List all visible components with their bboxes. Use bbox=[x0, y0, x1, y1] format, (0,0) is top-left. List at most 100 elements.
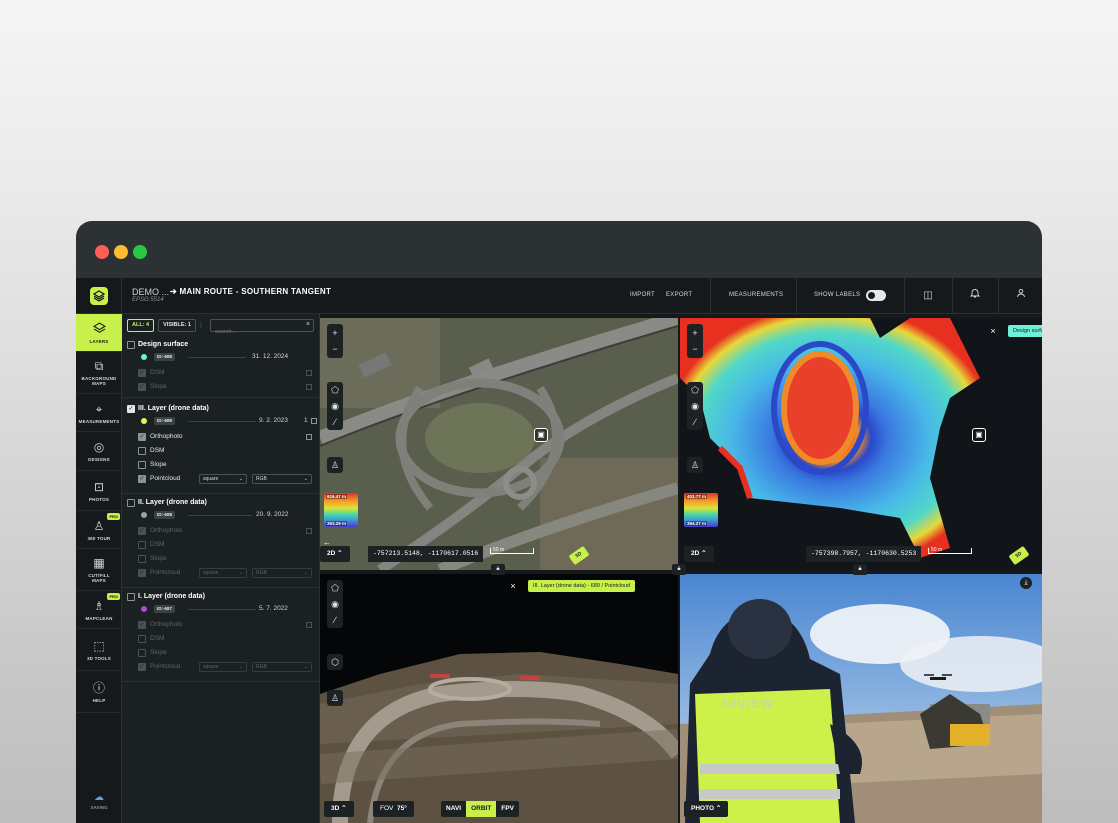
layer-group-checkbox[interactable] bbox=[127, 499, 135, 507]
import-button[interactable]: IMPORT bbox=[630, 292, 655, 298]
clear-search-icon[interactable]: × bbox=[306, 321, 310, 328]
sublayer-checkbox[interactable]: ✓ bbox=[138, 621, 146, 629]
layer-grid-icon[interactable] bbox=[311, 418, 317, 424]
line-tool-icon[interactable]: ∕ bbox=[687, 414, 703, 430]
layer-group-checkbox[interactable] bbox=[127, 593, 135, 601]
cube-tool-icon[interactable]: ⬡ bbox=[327, 654, 343, 670]
sublayer-checkbox[interactable]: ✓ bbox=[138, 569, 146, 577]
nav-3d-tools[interactable]: ⬚ 3D TOOLS bbox=[76, 629, 122, 671]
view-mode-photo-button[interactable]: PHOTO ⌃ bbox=[684, 801, 729, 817]
fpv-mode-button[interactable]: FPV bbox=[496, 801, 519, 817]
layer-search-input[interactable] bbox=[211, 326, 296, 338]
nav-layers[interactable]: LAYERS bbox=[76, 314, 122, 352]
user-icon[interactable] bbox=[1013, 288, 1029, 304]
view-mode-2d-button[interactable]: 2D ⌃ bbox=[684, 546, 714, 562]
zoom-out-button[interactable]: − bbox=[327, 341, 343, 357]
orbit-mode-button[interactable]: ORBIT bbox=[466, 801, 497, 817]
polygon-tool-icon[interactable]: ⬠ bbox=[687, 382, 703, 398]
project-selector[interactable]: DEMO ... EPSG:5514 bbox=[132, 287, 169, 303]
sublayer-checkbox[interactable]: ✓ bbox=[138, 369, 146, 377]
point-shape-select[interactable]: square ⌄ bbox=[199, 474, 247, 484]
nav-mapclean[interactable]: PRO ♗ MAPCLEAN bbox=[76, 591, 122, 629]
point-shape-select[interactable]: square ⌄ bbox=[199, 662, 247, 672]
nav-360-tour[interactable]: PRO ♙ 360 TOUR bbox=[76, 511, 122, 549]
nav-photos[interactable]: ⊡ PHOTOS bbox=[76, 471, 122, 511]
polygon-tool-icon[interactable]: ⬠ bbox=[327, 382, 343, 398]
minimize-window-button[interactable] bbox=[114, 245, 128, 259]
sublayer-settings-icon[interactable] bbox=[306, 528, 312, 534]
sublayer-label: Slope bbox=[150, 555, 167, 562]
layer-group-title[interactable]: II. Layer (drone data) bbox=[138, 499, 207, 506]
line-tool-icon[interactable]: ∕ bbox=[327, 414, 343, 430]
nav-measurements[interactable]: ⌖ MEASUREMENTS bbox=[76, 394, 122, 432]
sublayer-checkbox[interactable] bbox=[138, 461, 146, 469]
layer-group-title[interactable]: Design surface bbox=[138, 341, 188, 348]
layer-group-checkbox[interactable] bbox=[127, 341, 135, 349]
nav-cutfill-maps[interactable]: ▦ CUT/FILL MAPS bbox=[76, 549, 122, 591]
photo-marker-icon[interactable]: ▣ bbox=[972, 428, 986, 442]
polygon-tool-icon[interactable]: ⬠ bbox=[327, 580, 343, 596]
sublayer-settings-icon[interactable] bbox=[306, 370, 312, 376]
point-color-select[interactable]: RGB ⌄ bbox=[252, 662, 312, 672]
person-tool-icon[interactable]: ♙ bbox=[327, 457, 343, 473]
filter-visible-chip[interactable]: VISIBLE: 1 bbox=[158, 319, 196, 332]
sublayer-checkbox[interactable] bbox=[138, 649, 146, 657]
sublayer-checkbox[interactable] bbox=[138, 555, 146, 563]
lock-icon[interactable]: 🔒︎ bbox=[491, 564, 505, 575]
layer-group-checkbox[interactable]: ✓ bbox=[127, 405, 135, 413]
select-value: RGB bbox=[256, 570, 267, 576]
photo-marker-icon[interactable]: ▣ bbox=[534, 428, 548, 442]
sublayer-checkbox[interactable]: ✓ bbox=[138, 475, 146, 483]
viewport-design-surface[interactable]: + − ⬠ ◉ ∕ ♙ ▣ × Design surface - 688 (DS… bbox=[680, 318, 1042, 570]
sublayer-settings-icon[interactable] bbox=[306, 384, 312, 390]
person-tool-icon[interactable]: ♙ bbox=[327, 690, 343, 706]
sublayer-checkbox[interactable] bbox=[138, 635, 146, 643]
lock-icon[interactable]: 🔒︎ bbox=[672, 564, 686, 575]
close-window-button[interactable] bbox=[95, 245, 109, 259]
fov-control[interactable]: FOV 75° bbox=[373, 801, 414, 817]
maximize-window-button[interactable] bbox=[133, 245, 147, 259]
point-shape-select[interactable]: square ⌄ bbox=[199, 568, 247, 578]
sublayer-settings-icon[interactable] bbox=[306, 622, 312, 628]
layer-group-title[interactable]: I. Layer (drone data) bbox=[138, 593, 205, 600]
viewport-orthophoto-2d[interactable]: + − ⬠ ◉ ∕ ♙ ▣ 616.47 m 393.29 m 2D ⌃ -75… bbox=[320, 318, 678, 570]
filter-all-chip[interactable]: ALL: 4 bbox=[127, 319, 155, 332]
point-tool-icon[interactable]: ◉ bbox=[327, 398, 343, 414]
line-tool-icon[interactable]: ∕ bbox=[327, 612, 343, 628]
sublayer-checkbox[interactable]: ✓ bbox=[138, 663, 146, 671]
nav-background-maps[interactable]: ⧉ BACKGROUND MAPS bbox=[76, 352, 122, 394]
nav-help[interactable]: ⓘ HELP bbox=[76, 671, 122, 713]
export-button[interactable]: EXPORT bbox=[666, 292, 692, 298]
show-labels-toggle[interactable] bbox=[866, 290, 886, 301]
back-arrow-icon[interactable]: ← bbox=[320, 536, 334, 550]
viewport-photo[interactable]: NIVIEW ⤓ PHOTO ⌃ bbox=[680, 574, 1042, 823]
sublayer-settings-icon[interactable] bbox=[306, 434, 312, 440]
view-mode-3d-button[interactable]: 3D ⌃ bbox=[324, 801, 354, 817]
lock-icon[interactable]: 🔒︎ bbox=[853, 564, 867, 575]
sublayer-checkbox[interactable] bbox=[138, 447, 146, 455]
layer-group-title[interactable]: III. Layer (drone data) bbox=[138, 405, 209, 412]
app-logo[interactable] bbox=[76, 278, 122, 314]
download-icon[interactable]: ⤓ bbox=[1020, 577, 1032, 589]
measurements-button[interactable]: MEASUREMENTS bbox=[729, 292, 783, 298]
point-color-select[interactable]: RGB ⌄ bbox=[252, 568, 312, 578]
navi-mode-button[interactable]: NAVI bbox=[441, 801, 466, 817]
route-title[interactable]: ➔ MAIN ROUTE - SOUTHERN TANGENT bbox=[170, 287, 331, 296]
zoom-in-button[interactable]: + bbox=[687, 325, 703, 341]
close-layer-icon[interactable]: × bbox=[506, 579, 520, 593]
viewport-pointcloud-3d[interactable]: × III. Layer (drone data) - 689 / Pointc… bbox=[320, 574, 678, 823]
sublayer-checkbox[interactable]: ✓ bbox=[138, 527, 146, 535]
sublayer-checkbox[interactable] bbox=[138, 541, 146, 549]
close-layer-icon[interactable]: × bbox=[986, 324, 1000, 338]
zoom-out-button[interactable]: − bbox=[687, 341, 703, 357]
person-tool-icon[interactable]: ♙ bbox=[687, 457, 703, 473]
sublayer-checkbox[interactable]: ✓ bbox=[138, 433, 146, 441]
sublayer-checkbox[interactable]: ✓ bbox=[138, 383, 146, 391]
point-tool-icon[interactable]: ◉ bbox=[327, 596, 343, 612]
point-color-select[interactable]: RGB ⌄ bbox=[252, 474, 312, 484]
zoom-in-button[interactable]: + bbox=[327, 325, 343, 341]
nav-designs[interactable]: ◎ DESIGNS bbox=[76, 432, 122, 471]
point-tool-icon[interactable]: ◉ bbox=[687, 398, 703, 414]
split-view-icon[interactable]: ◫ bbox=[920, 288, 936, 304]
bell-icon[interactable] bbox=[967, 288, 983, 304]
